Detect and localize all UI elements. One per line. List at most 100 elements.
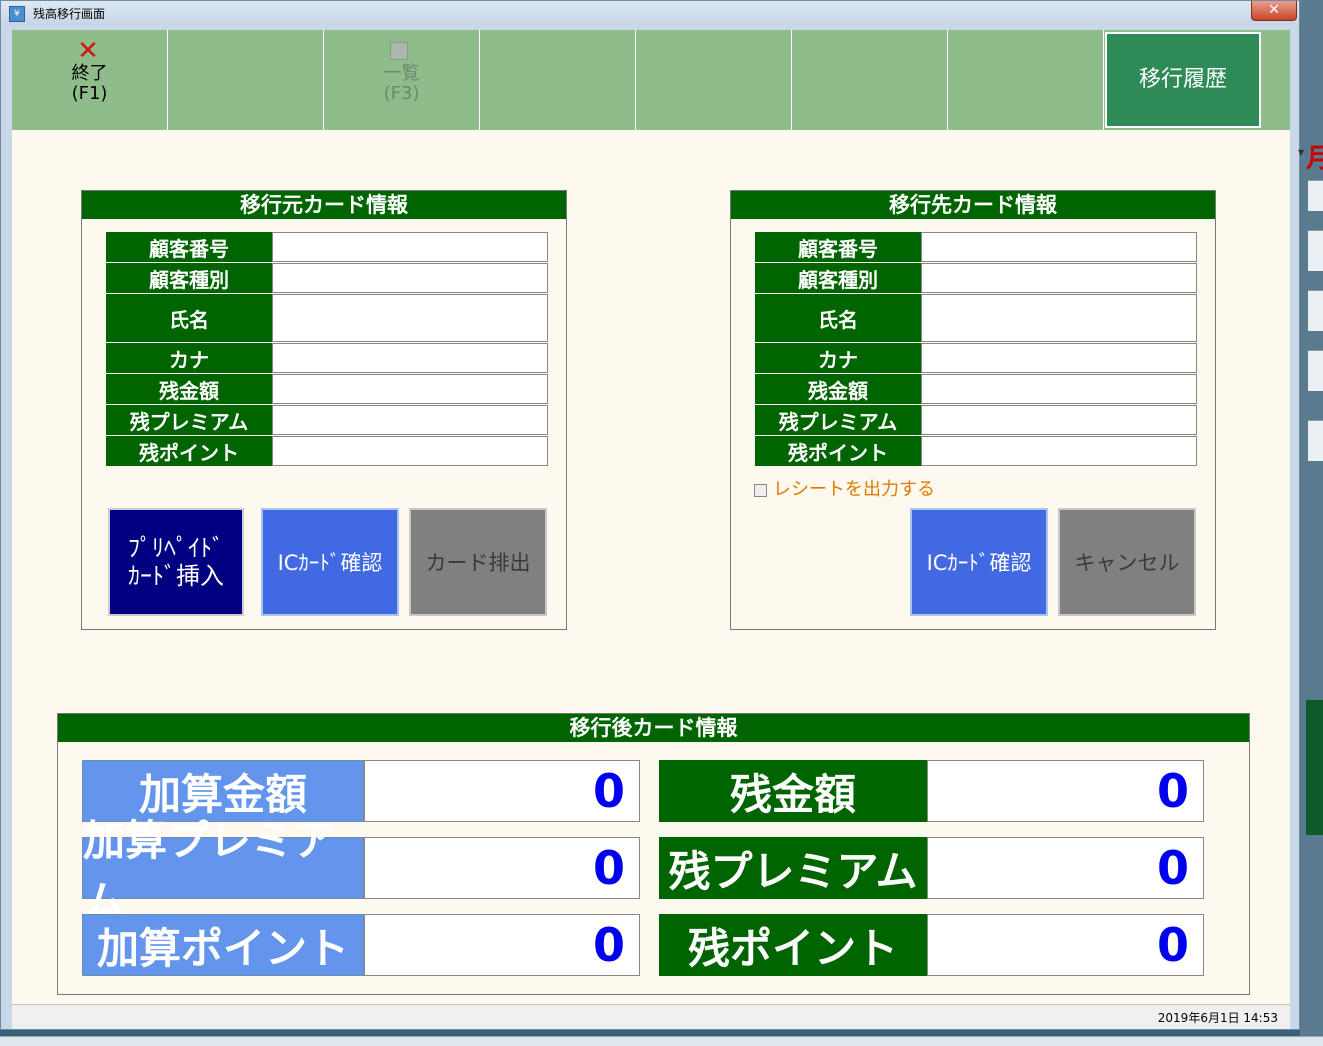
prepaid-card-insert-button[interactable]: ﾌﾟﾘﾍﾟｲﾄﾞ ｶｰﾄﾞ挿入 [108, 508, 244, 616]
field-row: 残ポイント [755, 436, 1197, 466]
list-shortcut: (F3) [383, 83, 420, 104]
migration-history-button[interactable]: 移行履歴 [1105, 32, 1261, 128]
list-button[interactable]: 一覧 (F3) [324, 30, 480, 130]
window-title: 残高移行画面 [33, 7, 106, 21]
list-label: 一覧 [383, 63, 420, 84]
scroll-down-icon[interactable]: ▼ [1298, 148, 1304, 157]
customer-number-field [272, 232, 548, 262]
after-card-panel: 移行後カード情報 加算金額 0 加算プレミアム 0 加算ポイント 0 残金額 0… [57, 713, 1250, 995]
toolbar-slot-empty [168, 30, 324, 130]
remaining-balance-label: 残金額 [659, 760, 927, 822]
field-row: 顧客種別 [106, 263, 548, 293]
toolbar-slot-empty [792, 30, 948, 130]
field-row: 残ポイント [106, 436, 548, 466]
field-label: 残ポイント [755, 436, 921, 466]
field-label: 氏名 [106, 294, 272, 342]
app-icon: ¥ [9, 6, 25, 22]
kana-field [921, 343, 1197, 373]
add-premium-row: 加算プレミアム 0 [82, 816, 640, 926]
field-label: 顧客番号 [106, 232, 272, 262]
field-row: カナ [755, 343, 1197, 373]
field-label: 残金額 [106, 374, 272, 404]
desktop-strip [1308, 350, 1323, 391]
field-label: カナ [755, 343, 921, 373]
card-eject-button[interactable]: カード排出 [409, 508, 547, 616]
field-row: 顧客種別 [755, 263, 1197, 293]
field-label: 顧客種別 [755, 263, 921, 293]
desktop-fragment-text: 月 [1306, 144, 1323, 174]
app-window: ¥ 残高移行画面 ✕ ✕ 終了 (F1) 一覧 (F3) 移行履歴 ▼ 移行元カ… [0, 0, 1304, 1030]
field-label: 残プレミアム [106, 405, 272, 435]
cancel-button[interactable]: キャンセル [1058, 508, 1196, 616]
toolbar-slot-empty [480, 30, 636, 130]
source-card-panel: 移行元カード情報 顧客番号 顧客種別 氏名 カナ 残金額 残プレミアム 残ポイン… [81, 190, 567, 630]
remaining-points-row: 残ポイント 0 [659, 914, 1204, 976]
field-label: 残金額 [755, 374, 921, 404]
field-row: 氏名 [755, 294, 1197, 342]
add-points-row: 加算ポイント 0 [82, 914, 640, 976]
field-label: 残プレミアム [755, 405, 921, 435]
toolbar-slot-empty [636, 30, 792, 130]
field-row: 残プレミアム [106, 405, 548, 435]
desktop-strip [1308, 180, 1323, 211]
desktop-block [1306, 700, 1323, 835]
field-label: 顧客番号 [755, 232, 921, 262]
title-bar: ¥ 残高移行画面 ✕ [1, 1, 1299, 25]
customer-type-field [272, 263, 548, 293]
receipt-checkbox[interactable]: レシートを出力する [754, 475, 935, 501]
desktop-strip [1308, 420, 1323, 461]
dest-card-header: 移行先カード情報 [731, 191, 1215, 219]
customer-type-field [921, 263, 1197, 293]
field-row: 顧客番号 [106, 232, 548, 262]
desktop-strip [1308, 230, 1323, 271]
exit-shortcut: (F1) [71, 83, 108, 104]
toolbar: ✕ 終了 (F1) 一覧 (F3) 移行履歴 ▼ [12, 30, 1304, 157]
balance-field [272, 374, 548, 404]
balance-field [921, 374, 1197, 404]
field-row: 顧客番号 [755, 232, 1197, 262]
exit-button[interactable]: ✕ 終了 (F1) [12, 30, 168, 130]
desktop-strip [1308, 290, 1323, 331]
remaining-points-label: 残ポイント [659, 914, 927, 976]
remaining-points-value: 0 [927, 914, 1204, 976]
toolbar-slot-empty [948, 30, 1104, 130]
field-row: 残金額 [106, 374, 548, 404]
add-points-label: 加算ポイント [82, 914, 364, 976]
add-premium-label: 加算プレミアム [82, 816, 364, 926]
name-field [921, 294, 1197, 342]
close-icon: ✕ [77, 36, 99, 66]
list-icon [390, 42, 408, 60]
field-label: 氏名 [755, 294, 921, 342]
points-field [921, 436, 1197, 466]
add-premium-value: 0 [364, 837, 640, 899]
premium-field [272, 405, 548, 435]
add-amount-value: 0 [364, 760, 640, 822]
field-row: 残金額 [755, 374, 1197, 404]
add-points-value: 0 [364, 914, 640, 976]
dest-card-panel: 移行先カード情報 顧客番号 顧客種別 氏名 カナ 残金額 残プレミアム 残ポイン… [730, 190, 1216, 630]
receipt-label: レシートを出力する [773, 479, 935, 500]
ic-card-confirm-button[interactable]: ICｶｰﾄﾞ確認 [261, 508, 399, 616]
remaining-balance-row: 残金額 0 [659, 760, 1204, 822]
field-row: 氏名 [106, 294, 548, 342]
checkbox-icon[interactable] [754, 483, 767, 497]
exit-label: 終了 [71, 63, 108, 84]
field-label: 残ポイント [106, 436, 272, 466]
field-label: 顧客種別 [106, 263, 272, 293]
remaining-balance-value: 0 [927, 760, 1204, 822]
source-card-header: 移行元カード情報 [82, 191, 566, 219]
remaining-premium-row: 残プレミアム 0 [659, 837, 1204, 899]
field-label: カナ [106, 343, 272, 373]
close-button[interactable]: ✕ [1251, 1, 1297, 21]
remaining-premium-label: 残プレミアム [659, 837, 927, 899]
remaining-premium-value: 0 [927, 837, 1204, 899]
field-row: カナ [106, 343, 548, 373]
points-field [272, 436, 548, 466]
after-card-header: 移行後カード情報 [58, 714, 1249, 742]
name-field [272, 294, 548, 342]
dest-ic-card-confirm-button[interactable]: ICｶｰﾄﾞ確認 [910, 508, 1048, 616]
customer-number-field [921, 232, 1197, 262]
kana-field [272, 343, 548, 373]
main-area: 移行元カード情報 顧客番号 顧客種別 氏名 カナ 残金額 残プレミアム 残ポイン… [12, 130, 1290, 1004]
field-row: 残プレミアム [755, 405, 1197, 435]
